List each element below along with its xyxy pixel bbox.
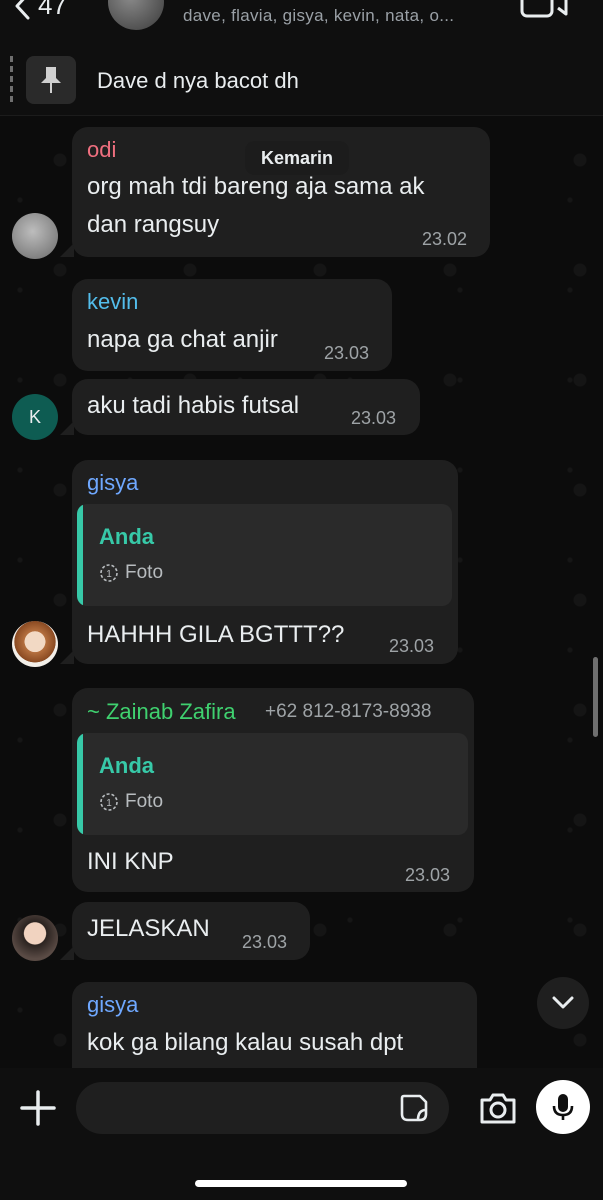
avatar-letter: K <box>28 406 41 427</box>
quote-type: 1 Foto <box>99 562 163 584</box>
sender-name: kevin <box>87 289 139 314</box>
message-time: 23.03 <box>351 408 397 428</box>
message-time: 23.03 <box>389 636 435 656</box>
chevron-down-icon <box>552 996 574 1009</box>
view-once-icon: 1 <box>100 564 118 582</box>
avatar[interactable] <box>12 213 58 259</box>
message-text: kok ga bilang kalau susah dpt <box>87 1029 404 1056</box>
pinned-message-bar[interactable]: Dave d nya bacot dh <box>0 44 603 116</box>
scroll-to-bottom-button[interactable] <box>537 977 589 1029</box>
message-text: JELASKAN <box>87 915 210 942</box>
message-time: 23.02 <box>422 229 468 249</box>
message-text: napa ga chat anjir <box>87 326 278 353</box>
svg-text:1: 1 <box>106 798 112 809</box>
svg-text:1: 1 <box>106 569 112 580</box>
message-bubble[interactable]: ~ Zainab Zafira +62 812-8173-8938 Anda 1… <box>72 688 474 892</box>
quote-type-label: Foto <box>125 791 164 812</box>
quoted-message[interactable]: Anda 1 Foto <box>77 733 468 835</box>
sticker-icon[interactable] <box>398 1092 430 1124</box>
message-text: INI KNP <box>87 848 174 875</box>
message-input[interactable] <box>76 1082 449 1134</box>
quoted-message[interactable]: Anda 1 Foto <box>77 504 452 606</box>
sender-name: gisya <box>87 992 139 1017</box>
avatar[interactable] <box>12 621 58 667</box>
group-members[interactable]: dave, flavia, gisya, kevin, nata, o... <box>183 6 454 26</box>
message-bubble[interactable]: aku tadi habis futsal 23.03 <box>72 379 420 435</box>
camera-icon[interactable] <box>478 1090 518 1126</box>
voice-record-button[interactable] <box>536 1080 590 1134</box>
quote-accent-bar <box>77 733 83 835</box>
message-time: 23.03 <box>324 343 370 363</box>
sender-name: ~ Zainab Zafira <box>87 699 236 724</box>
scrollbar[interactable] <box>593 657 598 737</box>
pin-icon <box>41 67 61 93</box>
microphone-icon <box>552 1094 574 1120</box>
sender-phone: +62 812-8173-8938 <box>265 701 432 722</box>
avatar[interactable]: K <box>12 394 58 440</box>
pinned-text: Dave d nya bacot dh <box>97 68 299 93</box>
view-once-icon: 1 <box>100 793 118 811</box>
quote-sender: Anda <box>99 524 154 549</box>
video-call-icon[interactable] <box>520 0 570 20</box>
quote-sender: Anda <box>99 753 154 778</box>
pin-icon-box <box>26 56 76 104</box>
plus-icon[interactable] <box>18 1088 58 1128</box>
message-text: aku tadi habis futsal <box>87 392 300 419</box>
quote-accent-bar <box>77 504 83 606</box>
quote-type: 1 Foto <box>99 791 163 813</box>
message-text: dan rangsuy <box>87 211 220 238</box>
chevron-left-icon <box>15 0 30 19</box>
date-chip: Kemarin <box>245 141 350 175</box>
chat-header: 47 dave, flavia, gisya, kevin, nata, o..… <box>0 0 603 44</box>
message-bubble[interactable]: JELASKAN 23.03 <box>72 902 310 960</box>
sender-name: odi <box>87 137 117 162</box>
message-time: 23.03 <box>405 865 451 885</box>
unread-count: 47 <box>38 0 67 20</box>
sender-name: gisya <box>87 470 139 495</box>
group-avatar[interactable] <box>108 0 164 30</box>
quote-type-label: Foto <box>125 562 164 583</box>
message-time: 23.03 <box>242 932 288 952</box>
message-bubble[interactable]: gisya Anda 1 Foto HAHHH GILA BGTTT?? 23.… <box>72 460 458 664</box>
composer-bar <box>0 1068 603 1200</box>
pinned-indicator <box>10 56 13 104</box>
back-button[interactable]: 47 <box>14 0 67 21</box>
avatar[interactable] <box>12 915 58 961</box>
message-bubble[interactable]: kevin napa ga chat anjir 23.03 <box>72 279 392 371</box>
home-indicator <box>195 1180 407 1187</box>
message-text: HAHHH GILA BGTTT?? <box>87 621 345 648</box>
